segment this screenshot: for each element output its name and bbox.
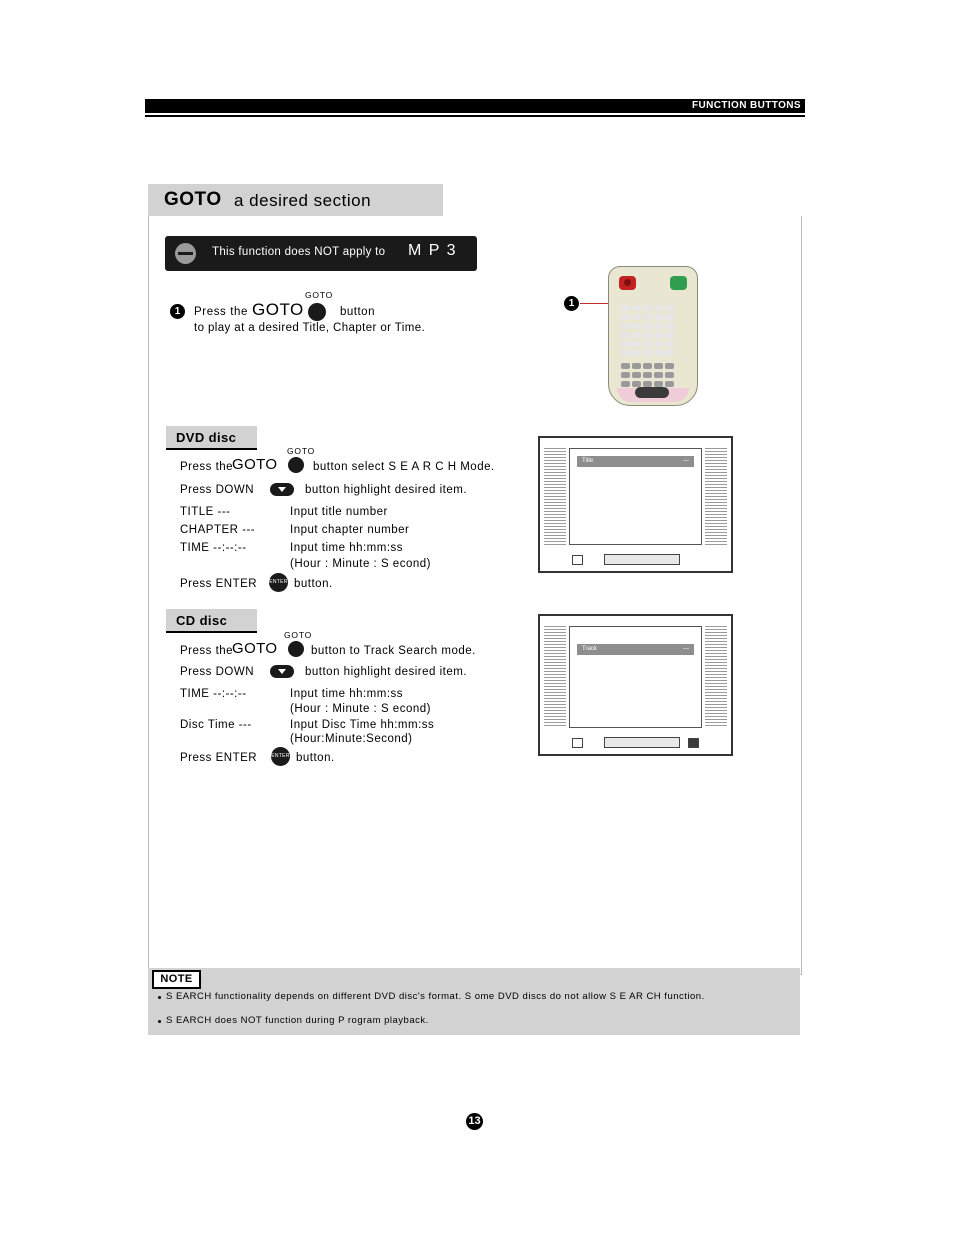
remote-power-button-icon [619,276,636,290]
tv-button-right [688,738,699,748]
tv-button-left [572,738,583,748]
dvd-field-label: CHAPTER --- [180,524,256,536]
note-bullet [158,1020,161,1023]
section-title-rest: a desired section [234,191,372,210]
tv-screen-area: Title --- [569,448,702,545]
tv-speaker-left [544,626,566,728]
dvd-field-value: Input title number [290,506,388,518]
cd-enter-prefix: Press ENTER [180,752,258,764]
step-1-line1-suffix: button [340,306,375,318]
cd-row1-suffix: button to Track Search mode. [311,645,476,657]
cd-field-value: Input Disc Time hh:mm:ss [290,719,435,731]
step-1-badge: 1 [170,304,185,319]
tv-control-row [546,553,725,565]
note-line: S EARCH functionality depends on differe… [166,991,705,1002]
cd-hms-note-1: (Hour : Minute : S econd) [290,703,431,715]
cd-osd-bar: Track --- [577,644,694,655]
remote-key-row [621,350,674,356]
cd-enter-suffix: button. [296,752,335,764]
cd-hms-note-2: (Hour:Minute:Second) [290,733,413,745]
tv-control-row [546,736,725,748]
cd-row2-prefix: Press DOWN [180,666,254,678]
cd-row1-prefix: Press the [180,645,234,657]
page-number: 13 [466,1113,483,1130]
dvd-enter-suffix: button. [294,578,333,590]
tv-speaker-right [705,448,727,545]
cd-field-label: Disc Time --- [180,719,252,731]
dvd-field-value: Input time hh:mm:ss [290,542,404,554]
dvd-osd-value: --- [683,458,689,464]
dvd-enter-prefix: Press ENTER [180,578,258,590]
remote-oval-button-icon [635,387,669,398]
dvd-row1-goto: GOTO [232,456,278,473]
dvd-goto-key-caption: GOTO [287,446,316,456]
mp3-notice-banner: This function does NOT apply to M P 3 [165,236,477,271]
section-title-bold: GOTO [164,189,222,210]
section-title: GOTO a desired section [148,184,443,219]
note-line: S EARCH does NOT function during P rogra… [166,1015,429,1026]
down-button-icon [270,483,294,496]
header-title: FUNCTION BUTTONS [692,100,801,111]
remote-key-row [621,314,674,320]
tv-button-left [572,555,583,565]
enter-button-icon: ENTER [269,573,288,592]
goto-button-icon [308,303,326,321]
tv-speaker-left [544,448,566,545]
dvd-row2-prefix: Press DOWN [180,484,254,496]
cd-row2-suffix: button highlight desired item. [305,666,468,678]
remote-open-button-icon [670,276,687,290]
remote-key-row [621,341,674,347]
page-header-bar: FUNCTION BUTTONS [145,99,805,113]
dvd-field-value: Input chapter number [290,524,410,536]
remote-callout-badge: 1 [564,296,579,311]
mp3-notice-text: This function does NOT apply to [212,246,386,258]
remote-key-row [621,332,674,338]
tv-control-bar [604,737,680,748]
dvd-row2-suffix: button highlight desired item. [305,484,468,496]
dvd-field-label: TIME --:--:-- [180,542,247,554]
dvd-hms-note: (Hour : Minute : S econd) [290,558,431,570]
dvd-goto-button-icon [288,457,304,473]
cd-osd-value: --- [683,646,689,652]
cd-osd-title: Track [582,646,597,652]
dvd-tv-screen-illustration: Title --- [538,436,733,573]
tv-control-bar [604,554,680,565]
tv-speaker-right [705,626,727,728]
note-bullet [158,996,161,999]
goto-key-caption: GOTO [305,290,334,300]
cd-goto-key-caption: GOTO [284,630,313,640]
enter-button-icon: ENTER [271,747,290,766]
dvd-osd-title: Title [582,458,594,464]
step-1-line1-prefix: Press the [194,306,248,318]
cd-disc-heading: CD disc [166,609,257,633]
cd-goto-button-icon [288,641,304,657]
no-entry-icon [175,243,196,264]
step-1-line2: to play at a desired Title, Chapter or T… [194,322,426,334]
remote-key-row [621,305,674,311]
dvd-row1-suffix: button select S E A R C H Mode. [313,461,495,473]
tv-screen-area: Track --- [569,626,702,728]
remote-control-illustration [608,266,698,406]
cd-field-value: Input time hh:mm:ss [290,688,404,700]
header-rule [145,115,805,117]
dvd-field-label: TITLE --- [180,506,231,518]
remote-key-row [621,323,674,329]
mp3-format-label: M P 3 [408,242,457,259]
step-1-goto-word: GOTO [252,300,304,319]
dvd-row1-prefix: Press the [180,461,234,473]
down-button-icon [270,665,294,678]
dvd-osd-bar: Title --- [577,456,694,467]
note-tag: NOTE [152,970,201,989]
cd-field-label: TIME --:--:-- [180,688,247,700]
cd-tv-screen-illustration: Track --- [538,614,733,756]
cd-row1-goto: GOTO [232,640,278,657]
dvd-disc-heading: DVD disc [166,426,257,450]
